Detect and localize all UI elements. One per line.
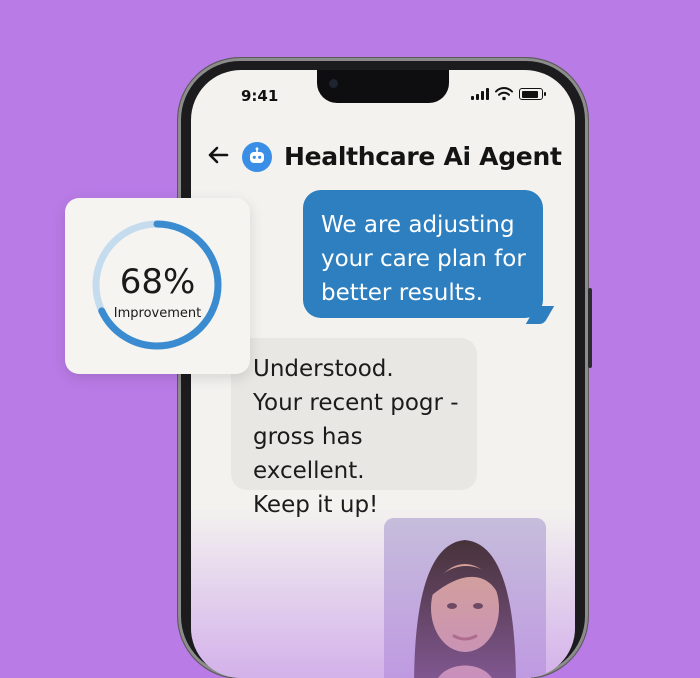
status-time: 9:41 <box>241 87 279 105</box>
photo-attachment[interactable] <box>384 518 546 678</box>
improvement-card: 68% Improvement <box>65 198 250 374</box>
user-message: Understood. Your recent pogr - gross has… <box>231 338 477 518</box>
chat-header: Healthcare Ai Agent <box>191 142 575 182</box>
stat-label: Improvement <box>113 306 202 321</box>
status-icons <box>471 87 546 101</box>
camera-icon <box>329 79 338 88</box>
battery-icon <box>519 88 546 100</box>
back-arrow-icon[interactable] <box>207 144 229 166</box>
stat-value: 68% <box>119 262 196 302</box>
robot-icon <box>242 142 272 172</box>
notch <box>317 70 449 103</box>
agent-message: We are adjusting your care plan for bett… <box>303 190 555 324</box>
chat-title: Healthcare Ai Agent <box>284 142 562 171</box>
bubble-tail <box>525 306 555 324</box>
power-button <box>588 288 592 368</box>
signal-icon <box>471 88 489 100</box>
phone-screen: 9:41 Healthcare Ai Agent We are adjustin… <box>191 70 575 678</box>
wifi-icon <box>495 87 513 101</box>
portrait-image <box>384 518 546 678</box>
agent-message-text: We are adjusting your care plan for bett… <box>321 212 526 306</box>
